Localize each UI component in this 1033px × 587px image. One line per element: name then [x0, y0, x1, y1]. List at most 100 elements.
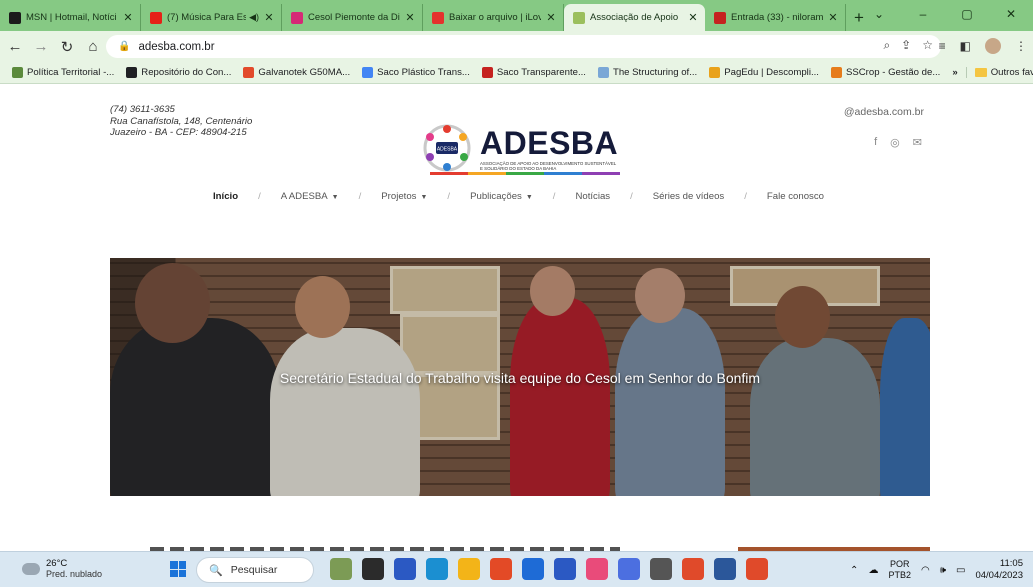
bookmark-item[interactable]: Saco Transparente... [481, 67, 586, 78]
nav-item-label: Publicações [470, 191, 522, 202]
street-address: Rua Canafístola, 148, Centenário [110, 115, 253, 127]
taskbar-app-icon[interactable] [394, 558, 416, 580]
menu-kebab-icon[interactable]: ⋮ [1015, 39, 1027, 53]
taskbar-app-icon[interactable] [330, 558, 352, 580]
bookmark-label: Saco Transparente... [496, 67, 586, 78]
home-button[interactable]: ⌂ [82, 38, 104, 55]
side-panel-icon[interactable]: ◧ [960, 39, 971, 53]
nav-item-s-ries-de-v-deos[interactable]: Séries de vídeos [653, 191, 724, 202]
instagram-icon[interactable]: ◎ [890, 136, 900, 149]
close-window-button[interactable]: ✕ [989, 7, 1033, 21]
system-tray: ⌃ ☁ POR PTB2 ◠ 🕪 ▭ 11:05 04/04/2023 [850, 558, 1023, 582]
bookmarks-overflow-button[interactable]: » [952, 67, 957, 78]
tab-search-icon[interactable]: ⌄ [857, 7, 901, 21]
nav-item-in-cio[interactable]: Início [213, 191, 238, 202]
battery-icon[interactable]: ▭ [956, 565, 965, 576]
start-button[interactable] [170, 561, 186, 577]
onedrive-icon[interactable]: ☁ [868, 565, 878, 576]
reading-list-icon[interactable]: ≡ [939, 39, 946, 53]
bookmark-item[interactable]: Saco Plástico Trans... [362, 67, 470, 78]
close-tab-icon[interactable]: ✕ [827, 11, 839, 24]
close-tab-icon[interactable]: ✕ [404, 11, 416, 24]
nav-item-label: Projetos [381, 191, 417, 202]
zoom-icon[interactable]: ⌕ [883, 38, 890, 53]
browser-tab[interactable]: MSN | Hotmail, Notíci ✕ [0, 4, 141, 31]
nav-item-publica-es[interactable]: Publicações ▼ [470, 191, 533, 202]
tab-title: Cesol Piemonte da Di [308, 12, 400, 23]
taskbar-app-icon[interactable] [746, 558, 768, 580]
taskbar-app-icon[interactable] [522, 558, 544, 580]
address-bar[interactable]: 🔒 adesba.com.br ⌕ ⇪ ☆ [106, 35, 941, 58]
chevron-up-icon[interactable]: ⌃ [850, 565, 858, 576]
browser-tab[interactable]: (7) Música Para Es ◀) ✕ [141, 4, 282, 31]
back-button[interactable]: ← [4, 38, 26, 55]
nav-item-a-adesba[interactable]: A ADESBA ▼ [281, 191, 339, 202]
taskbar-app-icon[interactable] [650, 558, 672, 580]
bookmark-item[interactable]: Política Territorial -... [12, 67, 114, 78]
logo-name: ADESBA [480, 125, 619, 161]
browser-tab[interactable]: Entrada (33) - niloram ✕ [705, 4, 846, 31]
volume-icon[interactable]: 🕪 [940, 565, 946, 576]
site-logo[interactable]: ADESBA ADESBA ASSOCIAÇÃO DE APOIO AO DES… [418, 123, 623, 173]
taskbar-app-icon[interactable] [714, 558, 736, 580]
taskbar-search[interactable]: 🔍 Pesquisar [196, 557, 314, 583]
nav-item-label: Início [213, 191, 239, 202]
tabs-container: MSN | Hotmail, Notíci ✕ (7) Música Para Es… [0, 4, 846, 31]
toolbar-right: ≡ ◧ ⋮ [939, 38, 1027, 54]
clock[interactable]: 11:05 04/04/2023 [975, 558, 1023, 582]
windows-logo-pane [170, 561, 178, 569]
taskbar-app-icon[interactable] [618, 558, 640, 580]
chevron-down-icon: ▼ [331, 194, 339, 201]
reload-button[interactable]: ↻ [56, 38, 78, 56]
taskbar-app-icon[interactable] [426, 558, 448, 580]
taskbar-app-icon[interactable] [554, 558, 576, 580]
bookmark-label: SSCrop - Gestão de... [845, 67, 941, 78]
bookmark-item[interactable]: SSCrop - Gestão de... [830, 67, 941, 78]
bookmark-star-icon[interactable]: ☆ [922, 38, 933, 53]
taskbar-app-icon[interactable] [458, 558, 480, 580]
bookmark-item[interactable]: Galvanotek G50MA... [243, 67, 350, 78]
hero-slider[interactable]: Secretário Estadual do Trabalho visita e… [110, 258, 930, 496]
forward-button[interactable]: → [30, 38, 52, 55]
close-tab-icon[interactable]: ✕ [263, 11, 275, 24]
weather-widget[interactable]: 26°C Pred. nublado [22, 558, 102, 580]
share-icon[interactable]: ⇪ [901, 38, 911, 53]
folder-icon [974, 68, 987, 77]
close-tab-icon[interactable]: ✕ [687, 11, 699, 24]
nav-separator: / [258, 191, 261, 202]
maximize-button[interactable]: ▢ [945, 7, 989, 21]
nav-separator: / [358, 191, 362, 202]
lang-bottom: PTB2 [888, 570, 911, 580]
browser-tab[interactable]: Cesol Piemonte da Di ✕ [282, 4, 423, 31]
taskbar-app-icon[interactable] [586, 558, 608, 580]
search-icon: 🔍 [209, 564, 223, 577]
nav-item-projetos[interactable]: Projetos ▼ [381, 191, 427, 202]
close-tab-icon[interactable]: ✕ [545, 11, 557, 24]
profile-avatar[interactable] [985, 38, 1001, 54]
audio-icon[interactable]: ◀) [249, 12, 259, 23]
hero-caption[interactable]: Secretário Estadual do Trabalho visita e… [110, 370, 930, 386]
taskbar-app-icon[interactable] [362, 558, 384, 580]
lock-icon[interactable]: 🔒 [118, 41, 130, 52]
nav-item-fale-conosco[interactable]: Fale conosco [767, 191, 824, 202]
nav-item-not-cias[interactable]: Notícias [575, 191, 610, 202]
facebook-icon[interactable]: f [874, 136, 877, 149]
wifi-icon[interactable]: ◠ [921, 565, 930, 576]
logo-subtitle: ASSOCIAÇÃO DE APOIO AO DESENVOLVIMENTO S… [480, 161, 617, 171]
other-bookmarks-folder[interactable]: Outros favoritos [965, 67, 1033, 78]
bookmark-item[interactable]: Repositório do Con... [126, 67, 231, 78]
bookmark-item[interactable]: PagEdu | Descompli... [709, 67, 819, 78]
close-tab-icon[interactable]: ✕ [122, 11, 134, 24]
taskbar-app-icon[interactable] [682, 558, 704, 580]
toolbar: ← → ↻ ⌂ 🔒 adesba.com.br ⌕ ⇪ ☆ ≡ ◧ ⋮ [0, 31, 1033, 62]
nav-separator: / [447, 191, 451, 202]
taskbar-app-icon[interactable] [490, 558, 512, 580]
bookmark-item[interactable]: The Structuring of... [597, 67, 697, 78]
email-link[interactable]: @adesba.com.br [844, 106, 924, 118]
browser-tab[interactable]: Associação de Apoio ✕ [564, 4, 705, 31]
browser-tab[interactable]: Baixar o arquivo | iLov ✕ [423, 4, 564, 31]
language-indicator[interactable]: POR PTB2 [888, 559, 911, 581]
mail-icon[interactable]: ✉ [913, 136, 922, 149]
bookmark-favicon-icon [362, 67, 374, 78]
minimize-button[interactable]: – [901, 7, 945, 21]
